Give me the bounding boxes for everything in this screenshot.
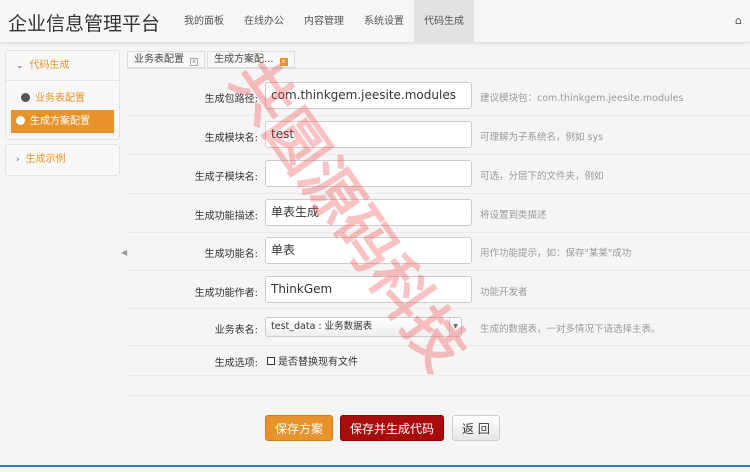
back-button[interactable]: 返 回	[452, 415, 500, 441]
sidebar-item-scheme-config[interactable]: 生成方案配置	[11, 110, 114, 133]
circle-arrow-icon	[21, 93, 30, 102]
item-label: 生成方案配置	[30, 116, 90, 127]
sidebar: ⌄ 代码生成 业务表配置 生成方案配置 › 生成示例	[5, 50, 120, 180]
nav-office[interactable]: 在线办公	[234, 0, 294, 43]
field-hint: 可理解为子系统名，例如 sys	[480, 132, 604, 143]
close-icon[interactable]: x	[279, 58, 288, 66]
brand-title: 企业信息管理平台	[8, 13, 161, 35]
form-row: 生成包路径: com.thinkgem.jeesite.modules 建议模块…	[127, 77, 750, 116]
text-input[interactable]	[265, 160, 472, 187]
field-hint: 生成的数据表，一对多情况下请选择主表。	[480, 324, 661, 335]
tab-label: 生成方案配...	[214, 54, 274, 65]
footer-line	[0, 465, 750, 467]
item-label: 业务表配置	[35, 93, 85, 104]
nav-dashboard[interactable]: 我的面板	[174, 0, 234, 43]
field-label: 生成模块名:	[204, 133, 258, 144]
field-hint: 用作功能提示，如：保存"某某"成功	[480, 248, 632, 259]
save-scheme-button[interactable]: 保存方案	[265, 415, 334, 441]
checkbox-label: 是否替换现有文件	[278, 357, 358, 368]
chevron-down-icon: ⌄	[16, 61, 24, 71]
divider	[127, 376, 750, 396]
group-label: 代码生成	[29, 60, 70, 71]
nav-content[interactable]: 内容管理	[294, 0, 354, 43]
replace-files-checkbox[interactable]: 是否替换现有文件	[267, 353, 358, 368]
sidebar-item-table-config[interactable]: 业务表配置	[11, 87, 114, 110]
chevron-right-icon: ›	[16, 155, 20, 165]
field-hint: 可选，分层下的文件夹，例如	[480, 171, 604, 182]
text-input[interactable]: 单表生成	[265, 199, 472, 226]
select-value: test_data : 业务数据表	[271, 321, 373, 332]
sidebar-group-codegen[interactable]: ⌄ 代码生成	[6, 51, 119, 81]
tab-label: 业务表配置	[134, 54, 184, 65]
text-input[interactable]: test	[265, 121, 472, 148]
field-hint: 建议模块包：com.thinkgem.jeesite.modules	[480, 93, 684, 104]
dropdown-arrow-icon: ▼	[449, 318, 461, 336]
checkbox-box[interactable]	[267, 356, 275, 365]
group-label: 生成示例	[25, 154, 66, 165]
form-row: 生成功能描述: 单表生成 将设置到类描述	[127, 194, 750, 233]
form-row: 生成功能作者: ThinkGem 功能开发者	[127, 271, 750, 309]
form-row: 生成功能名: 单表 用作功能提示，如：保存"某某"成功	[127, 232, 750, 271]
divider	[127, 68, 750, 69]
table-select[interactable]: test_data : 业务数据表 ▼	[265, 317, 462, 337]
field-label: 生成子模块名:	[194, 172, 258, 183]
text-input[interactable]: ThinkGem	[265, 276, 472, 303]
field-hint: 将设置到类描述	[480, 210, 547, 221]
home-icon[interactable]: ⌂	[735, 14, 742, 27]
text-input[interactable]: 单表	[265, 237, 472, 264]
circle-arrow-icon	[16, 116, 25, 125]
nav-codegen[interactable]: 代码生成	[414, 0, 474, 43]
field-label: 生成选项:	[214, 358, 258, 369]
nav-settings[interactable]: 系统设置	[354, 0, 414, 43]
form-row: 生成子模块名: 可选，分层下的文件夹，例如	[127, 155, 750, 194]
field-label: 业务表名:	[214, 325, 258, 336]
text-input[interactable]: com.thinkgem.jeesite.modules	[265, 82, 472, 109]
form-row-options: 生成选项: 是否替换现有文件	[127, 346, 750, 376]
tab-bar: 业务表配置 x 生成方案配... x	[127, 51, 297, 68]
tab-table-config[interactable]: 业务表配置 x	[127, 51, 205, 68]
field-label: 生成功能描述:	[194, 211, 258, 222]
field-hint: 功能开发者	[480, 287, 528, 298]
sidebar-group-examples[interactable]: › 生成示例	[6, 145, 119, 175]
form-row-table: 业务表名: test_data : 业务数据表 ▼ 生成的数据表，一对多情况下请选…	[127, 309, 750, 346]
save-and-generate-button[interactable]: 保存并生成代码	[340, 415, 445, 441]
field-label: 生成包路径:	[204, 94, 258, 105]
field-label: 生成功能名:	[204, 249, 258, 260]
field-label: 生成功能作者:	[194, 288, 258, 299]
tab-scheme-config[interactable]: 生成方案配... x	[207, 51, 295, 68]
header: 企业信息管理平台 我的面板 在线办公 内容管理 系统设置 代码生成 ⌂	[0, 0, 750, 43]
close-icon[interactable]: x	[190, 58, 198, 66]
form-row: 生成模块名: test 可理解为子系统名，例如 sys	[127, 116, 750, 155]
top-nav: 我的面板 在线办公 内容管理 系统设置 代码生成	[174, 0, 474, 43]
